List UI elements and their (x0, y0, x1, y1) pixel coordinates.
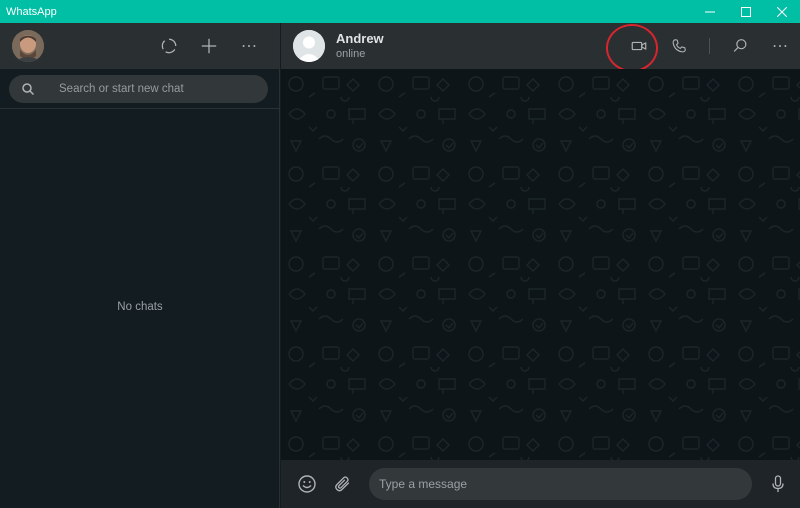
mic-icon (772, 475, 784, 492)
menu-icon (773, 45, 787, 47)
status-icon (161, 38, 177, 54)
whatsapp-window: WhatsApp Search or start new chat No cha… (0, 0, 800, 508)
chat-menu-button[interactable] (760, 26, 800, 66)
profile-photo-icon (12, 30, 44, 62)
search-bar: Search or start new chat (0, 69, 279, 109)
menu-icon (242, 45, 256, 47)
default-avatar-icon (293, 30, 325, 62)
message-area (281, 69, 800, 460)
my-avatar[interactable] (12, 30, 44, 62)
empty-chat-list-text: No chats (117, 301, 163, 313)
search-icon (733, 39, 747, 52)
contact-status: online (336, 48, 366, 60)
doodle-wallpaper (281, 69, 800, 460)
voice-call-icon (672, 39, 686, 53)
window-title: WhatsApp (6, 5, 57, 18)
contact-avatar[interactable] (293, 30, 325, 62)
voice-message-button[interactable] (764, 470, 792, 498)
video-call-button[interactable] (619, 26, 659, 66)
attach-button[interactable] (329, 470, 357, 498)
attach-icon (335, 476, 350, 492)
contact-info[interactable]: Andrew online (336, 31, 619, 61)
message-input[interactable] (369, 468, 752, 500)
new-chat-icon (201, 38, 217, 54)
voice-call-button[interactable] (659, 26, 699, 66)
conversation-pane: Andrew online (281, 23, 800, 508)
search-input[interactable]: Search or start new chat (9, 74, 268, 103)
minimize-button[interactable] (692, 0, 728, 23)
emoji-icon (298, 475, 316, 493)
search-messages-button[interactable] (720, 26, 760, 66)
minimize-icon (705, 11, 715, 12)
sidebar-header (0, 23, 279, 69)
conversation-header: Andrew online (281, 23, 800, 72)
sidebar-menu-button[interactable] (229, 26, 269, 66)
emoji-button[interactable] (293, 470, 321, 498)
contact-name: Andrew (336, 31, 384, 46)
header-divider (709, 38, 710, 54)
video-call-icon (631, 41, 647, 51)
maximize-icon (741, 6, 751, 17)
search-icon (22, 82, 35, 95)
new-chat-button[interactable] (189, 26, 229, 66)
status-button[interactable] (149, 26, 189, 66)
search-placeholder: Search or start new chat (59, 82, 184, 95)
message-composer (281, 460, 800, 508)
maximize-button[interactable] (728, 0, 764, 23)
title-bar: WhatsApp (0, 0, 800, 23)
chat-list-pane: Search or start new chat No chats (0, 23, 280, 508)
close-button[interactable] (764, 0, 800, 23)
close-icon (777, 6, 787, 17)
